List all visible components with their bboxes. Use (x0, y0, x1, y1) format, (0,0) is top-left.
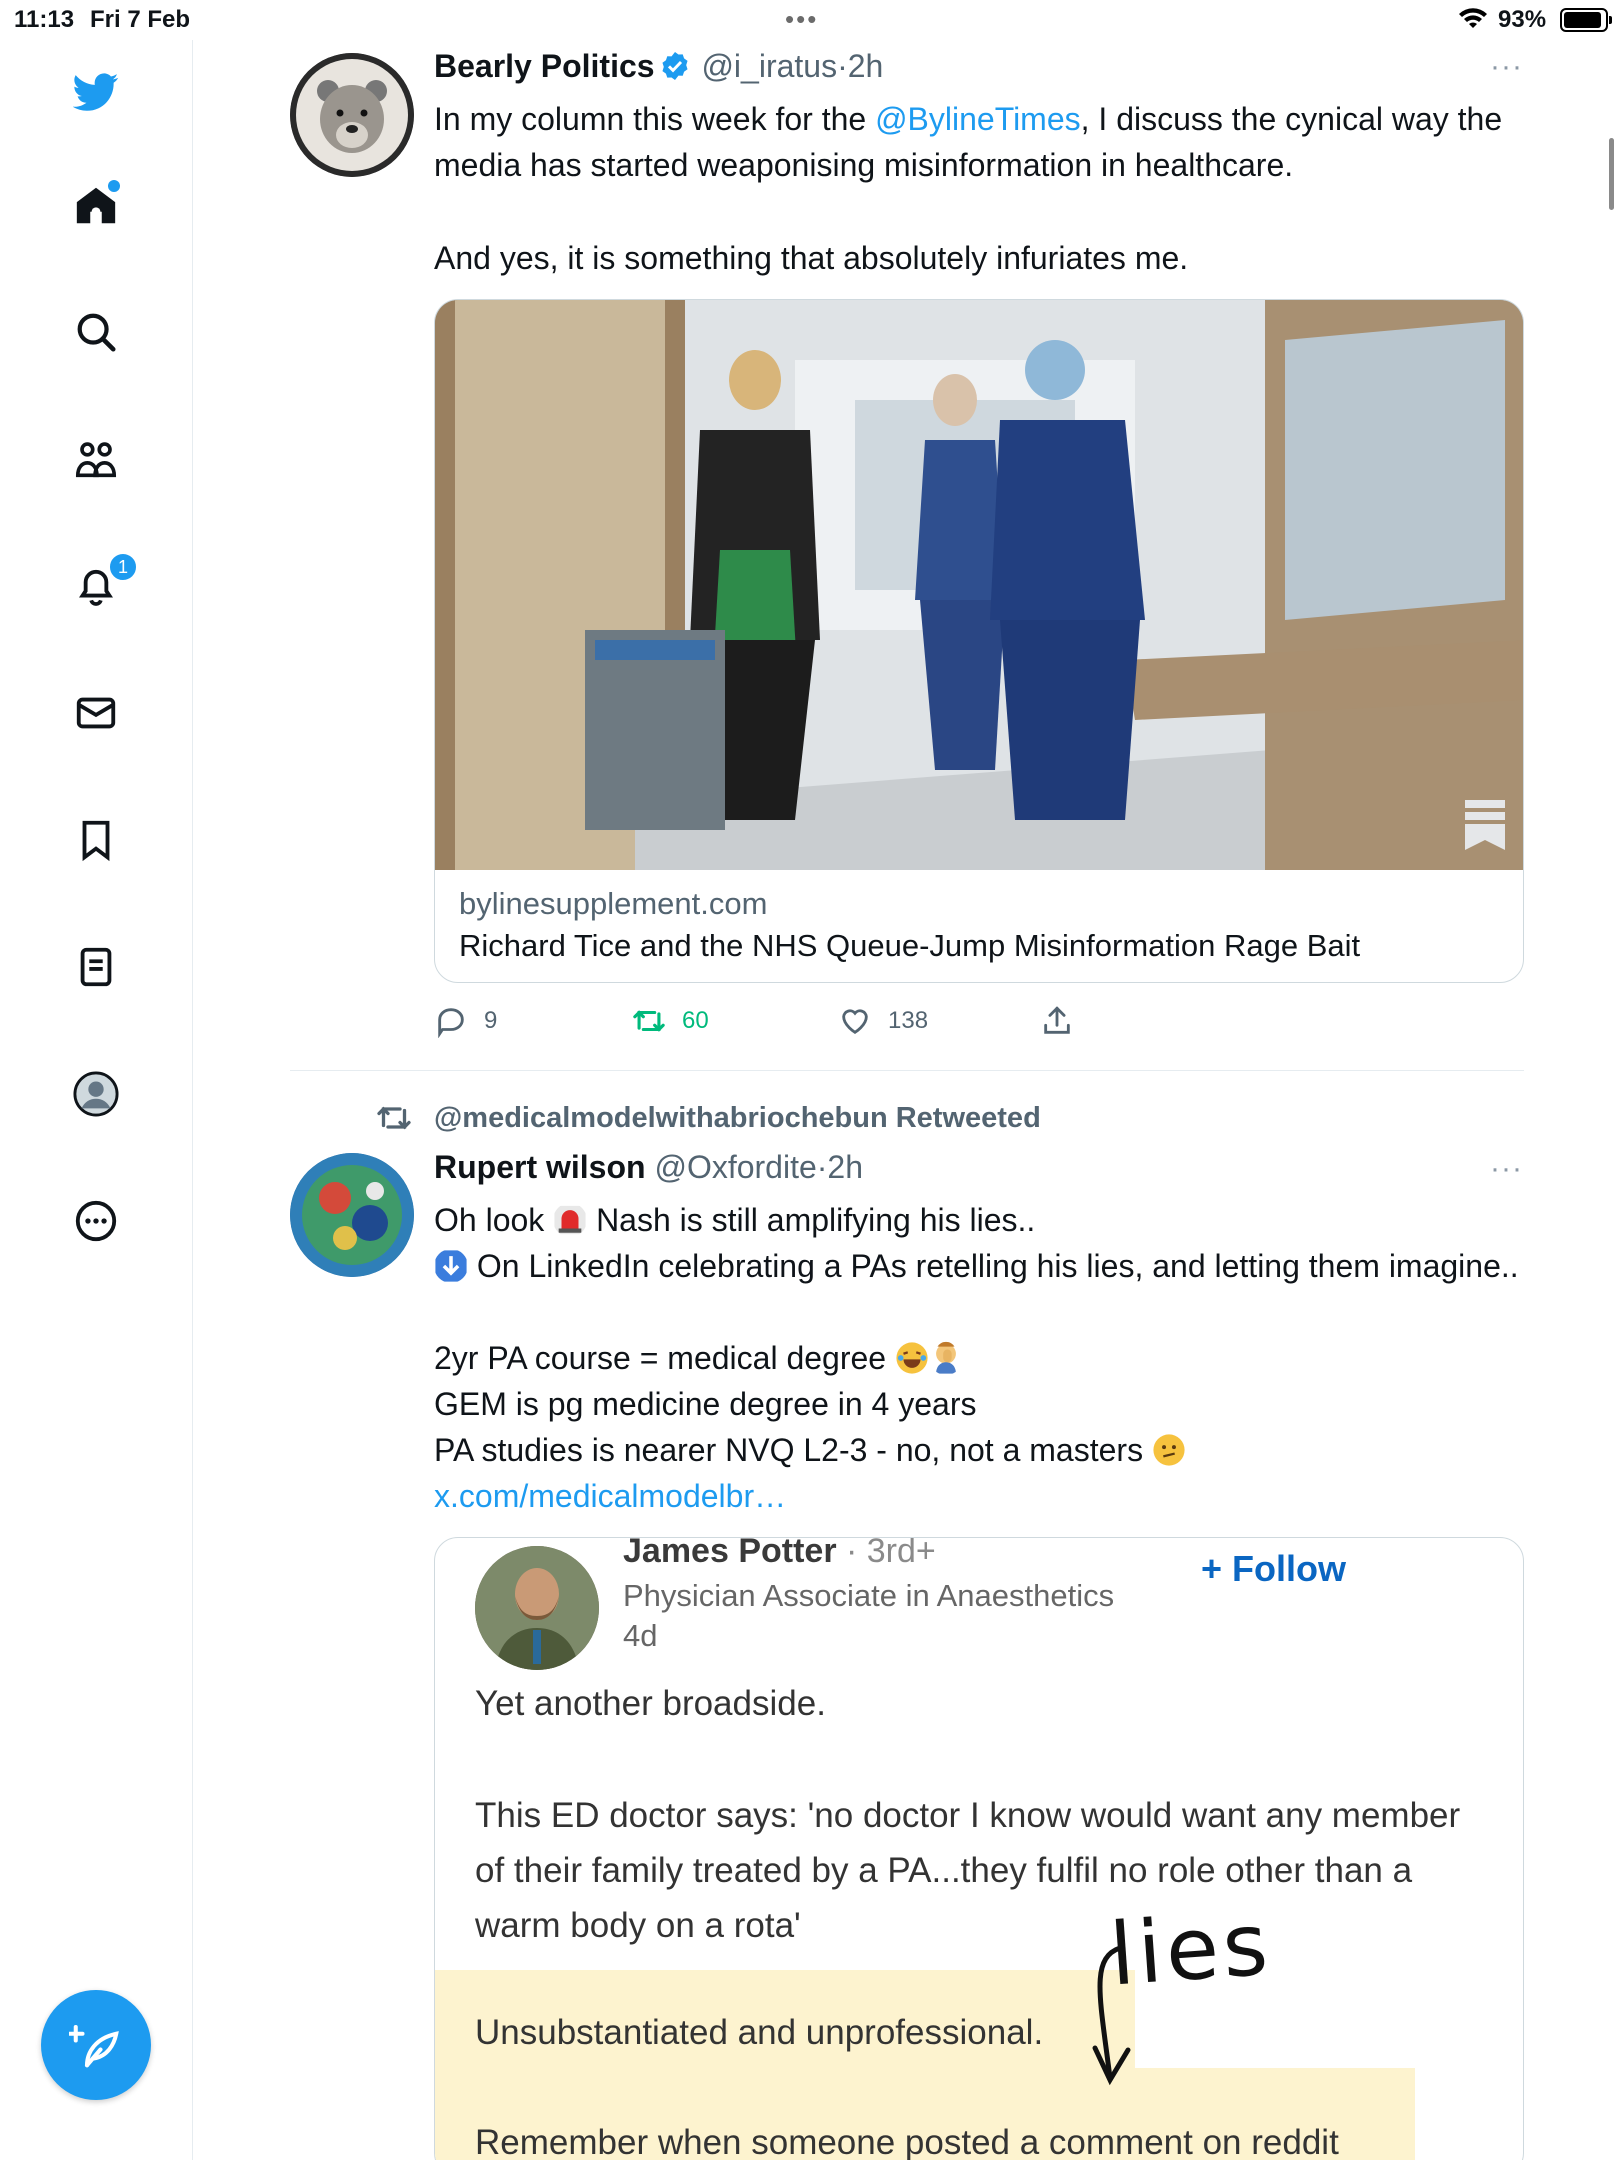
reply-button[interactable]: 9 (434, 1004, 497, 1038)
quote-follow-button: + Follow (1201, 1548, 1347, 1589)
tweet1-header: Bearly Politics @i_iratus·2h (434, 48, 883, 85)
retweeted-by-text: @medicalmodelwithabriochebun Retweeted (434, 1102, 1041, 1134)
communities-icon[interactable] (66, 430, 126, 490)
quote-author-name: James Potter · 3rd+ (623, 1537, 936, 1571)
battery-icon (1560, 8, 1612, 32)
lists-icon[interactable] (66, 937, 126, 997)
tweet2-timestamp[interactable]: 2h (827, 1149, 863, 1185)
notifications-icon[interactable]: 1 (66, 552, 138, 616)
messages-icon[interactable] (66, 683, 126, 743)
card-domain: bylinesupplement.com (459, 886, 768, 921)
wifi-icon (1459, 8, 1487, 28)
heart-icon (842, 1009, 868, 1035)
home-unread-dot (108, 180, 120, 192)
status-time: 11:13 (14, 6, 75, 33)
compose-feather-icon (69, 2024, 119, 2068)
tweet2-header: Rupert wilson @Oxfordite·2h (434, 1149, 863, 1186)
quote-paragraph-1: Yet another broadside. (475, 1684, 826, 1723)
multitasking-dots-icon[interactable]: ••• (785, 4, 818, 35)
tweet2-url-link[interactable]: x.com/medicalmodelbr… (434, 1473, 1544, 1519)
scrollbar-thumb[interactable] (1609, 138, 1614, 210)
quote-paragraph-4: Remember when someone posted a comment o… (475, 2123, 1339, 2160)
retweet-button[interactable]: 60 (632, 1004, 709, 1038)
quote-paragraph-2: This ED doctor says: 'no doctor I know w… (475, 1796, 1461, 1945)
twitter-logo-icon[interactable] (66, 62, 126, 122)
card-hospital-image (435, 300, 1523, 870)
tweet2-line3: 2yr PA course = medical degree (434, 1335, 1544, 1381)
tweet2-line4: GEM is pg medicine degree in 4 years (434, 1386, 977, 1422)
author-avatar-bearly[interactable] (290, 53, 414, 177)
tweet1-actions: 9 60 138 (434, 1004, 1434, 1044)
retweet-count: 60 (682, 1007, 709, 1034)
like-count: 138 (888, 1007, 929, 1034)
tweet1-timestamp[interactable]: 2h (848, 48, 884, 84)
down-arrow-emoji-icon (435, 1250, 467, 1282)
tweet2-separator: · (816, 1149, 828, 1185)
quote-post-age: 4d (623, 1618, 658, 1653)
quote-paragraph-3: Unsubstantiated and unprofessional. (475, 2013, 1044, 2052)
tweet2-line5: PA studies is nearer NVQ L2-3 - no, not … (434, 1427, 1544, 1473)
laughing-emoji-icon (896, 1342, 928, 1374)
tweet1-text-line2: And yes, it is something that absolutely… (434, 240, 1189, 276)
quote-author-avatar (475, 1546, 599, 1670)
battery-percent: 93% (1498, 6, 1547, 33)
tweet2-line5-text: PA studies is nearer NVQ L2-3 - no, not … (434, 1432, 1152, 1468)
status-date: Fri 7 Feb (90, 6, 191, 33)
tweet1-mention-link[interactable]: @BylineTimes (875, 101, 1081, 137)
share-icon (1044, 1006, 1070, 1034)
handwritten-annotation: lies (1106, 1894, 1275, 2006)
more-options-icon[interactable] (66, 1191, 126, 1251)
compose-tweet-button[interactable] (41, 1990, 151, 2100)
profile-avatar-icon[interactable] (66, 1064, 126, 1124)
card-title: Richard Tice and the NHS Queue-Jump Misi… (459, 928, 1361, 963)
quoted-screenshot[interactable]: James Potter · 3rd+ Physician Associate … (434, 1537, 1524, 2160)
share-button[interactable] (1040, 1004, 1074, 1038)
search-icon[interactable] (66, 302, 126, 362)
tweet1-separator: · (837, 48, 848, 84)
link-preview-card[interactable]: bylinesupplement.com Richard Tice and th… (434, 299, 1524, 983)
tweet2-author-name[interactable]: Rupert wilson (434, 1149, 646, 1185)
reply-count: 9 (484, 1007, 498, 1034)
verified-badge-icon (662, 52, 688, 80)
tweet2-line1: Oh look Nash is still amplifying his lie… (434, 1197, 1544, 1243)
tweet2-line2-text: On LinkedIn celebrating a PAs retelling … (468, 1248, 1519, 1284)
tweet2-line1-b: Nash is still amplifying his lies.. (587, 1202, 1036, 1238)
quote-author-role: Physician Associate in Anaesthetics (623, 1578, 1115, 1613)
tweet1-author-name[interactable]: Bearly Politics (434, 48, 655, 84)
siren-emoji-icon (554, 1205, 586, 1235)
status-bar: 11:13 Fri 7 Feb ••• 93% (0, 0, 1620, 40)
confused-emoji-icon (1153, 1434, 1185, 1466)
tweet-divider (290, 1070, 1524, 1071)
retweet-icon (633, 1010, 665, 1032)
tweet2-line1-a: Oh look (434, 1202, 554, 1238)
tweet1-text-part1: In my column this week for the (434, 101, 876, 137)
home-icon[interactable] (66, 176, 126, 236)
quote-author-name-text: James Potter (623, 1537, 837, 1570)
tweet2-handle[interactable]: @Oxfordite (654, 1149, 816, 1185)
like-button[interactable]: 138 (838, 1004, 928, 1038)
notifications-badge: 1 (108, 552, 138, 582)
tweet1-body: In my column this week for the @BylineTi… (434, 96, 1544, 188)
facepalm-emoji-icon (936, 1341, 956, 1374)
tweet2-line2: On LinkedIn celebrating a PAs retelling … (434, 1243, 1544, 1289)
bookmarks-icon[interactable] (66, 810, 126, 870)
reply-icon (438, 1008, 464, 1038)
quote-connection-degree: · 3rd+ (836, 1537, 936, 1570)
tweet1-handle[interactable]: @i_iratus (701, 48, 837, 84)
sidebar-nav: 1 (0, 40, 193, 2160)
author-avatar-rupert[interactable] (290, 1153, 414, 1277)
tweet1-more-button[interactable]: ··· (1490, 50, 1523, 84)
tweet2-line3-text: 2yr PA course = medical degree (434, 1340, 895, 1376)
retweet-indicator-icon (377, 1106, 411, 1130)
tweet2-more-button[interactable]: ··· (1490, 1152, 1523, 1186)
